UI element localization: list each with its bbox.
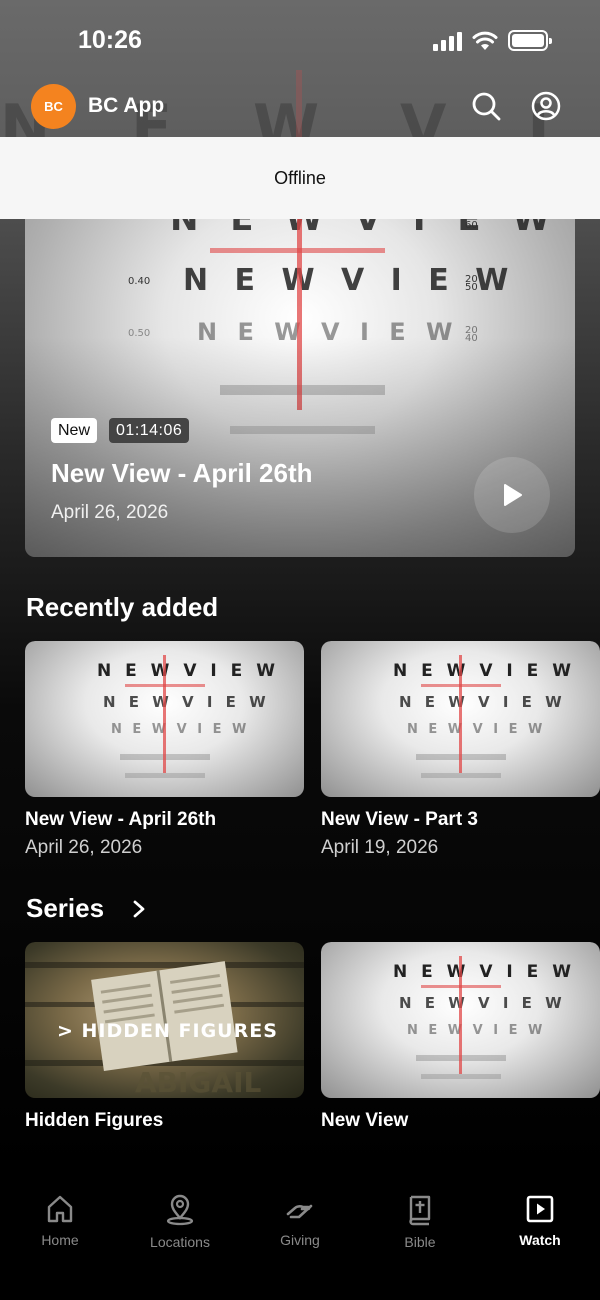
signal-icon	[433, 31, 462, 51]
hidden-figures-art-text: > HIDDEN FIGURES	[57, 1020, 278, 1042]
chevron-right-icon[interactable]	[130, 899, 148, 919]
new-view-series-thumbnail: N E W V I E W N E W V I E W N E W V I E …	[321, 942, 600, 1098]
offline-banner: Offline	[0, 137, 600, 219]
bible-icon	[409, 1195, 431, 1226]
tab-locations[interactable]: Locations	[120, 1194, 240, 1250]
tab-label-giving: Giving	[280, 1232, 320, 1248]
hero-card[interactable]: N E W V I E W N E W V I E W N E W V I E …	[25, 190, 575, 557]
recent-card-title-2: New View - Part 3	[321, 809, 478, 830]
hero-tags: New 01:14:06	[51, 418, 190, 443]
tab-label-home: Home	[41, 1232, 79, 1248]
recent-thumbnail-1: N E W V I E W N E W V I E W N E W V I E …	[25, 641, 304, 797]
status-bar: 10:26	[0, 0, 600, 80]
recent-card-title-1: New View - April 26th	[25, 809, 217, 830]
recently-added-title: Recently added	[26, 592, 219, 622]
avatar[interactable]: BC	[31, 84, 76, 129]
location-pin-icon	[166, 1194, 194, 1226]
recent-card-2[interactable]: N E W V I E W N E W V I E W N E W V I E …	[321, 641, 600, 861]
hero-title: New View - April 26th	[51, 458, 313, 488]
search-icon[interactable]	[471, 91, 501, 121]
recent-card-date-2: April 19, 2026	[321, 837, 439, 858]
app-title: BC App	[88, 94, 165, 117]
status-time: 10:26	[78, 26, 142, 54]
series-card-2[interactable]: N E W V I E W N E W V I E W N E W V I E …	[321, 942, 600, 1142]
svg-text:ABIGAIL: ABIGAIL	[135, 1066, 262, 1098]
recent-card-1[interactable]: N E W V I E W N E W V I E W N E W V I E …	[25, 641, 304, 861]
wifi-icon	[472, 31, 498, 50]
play-button[interactable]	[474, 457, 550, 533]
status-icons	[433, 30, 552, 51]
svg-text:N E W V I E W: N E W V I E W	[407, 722, 545, 737]
new-badge: New	[51, 418, 98, 443]
tab-bar: Home Locations Giving Bible Watch	[0, 1177, 600, 1300]
tab-label-watch: Watch	[519, 1232, 561, 1248]
svg-text:N E W V I E W: N E W V I E W	[103, 693, 270, 711]
series-card-1[interactable]: > HIDDEN FIGURES ABIGAIL Hidden Figures	[25, 942, 304, 1142]
series-card-title-1: Hidden Figures	[25, 1110, 164, 1131]
recent-thumbnail-2: N E W V I E W N E W V I E W N E W V I E …	[321, 641, 600, 797]
play-square-icon	[526, 1195, 554, 1223]
tab-label-bible: Bible	[404, 1234, 436, 1250]
tab-label-locations: Locations	[150, 1234, 210, 1250]
tab-watch[interactable]: Watch	[480, 1194, 600, 1248]
series-title[interactable]: Series	[26, 893, 104, 924]
battery-icon	[508, 30, 552, 51]
series-card-title-2: New View	[321, 1110, 409, 1131]
tab-home[interactable]: Home	[0, 1194, 120, 1248]
tab-bible[interactable]: Bible	[360, 1194, 480, 1250]
play-icon	[504, 484, 522, 506]
tab-giving[interactable]: Giving	[240, 1194, 360, 1248]
svg-text:N E W V I E W: N E W V I E W	[393, 661, 575, 681]
svg-text:N E W V I E W: N E W V I E W	[393, 962, 575, 982]
duration-badge: 01:14:06	[109, 418, 190, 443]
home-icon	[47, 1195, 73, 1223]
svg-text:N E W V I E W: N E W V I E W	[399, 994, 566, 1012]
hidden-figures-thumbnail: > HIDDEN FIGURES ABIGAIL	[25, 942, 304, 1098]
svg-text:N E W V I E W: N E W V I E W	[399, 693, 566, 711]
offline-text: Offline	[274, 167, 326, 188]
recent-card-date-1: April 26, 2026	[25, 837, 143, 858]
profile-icon[interactable]	[531, 91, 561, 121]
app-header: BC BC App	[0, 82, 600, 132]
svg-text:N E W V I E W: N E W V I E W	[111, 722, 249, 737]
hero-date: April 26, 2026	[51, 502, 169, 523]
svg-text:N E W V I E W: N E W V I E W	[97, 661, 279, 681]
svg-text:N E W V I E W: N E W V I E W	[407, 1023, 545, 1038]
giving-hand-icon	[286, 1204, 313, 1219]
